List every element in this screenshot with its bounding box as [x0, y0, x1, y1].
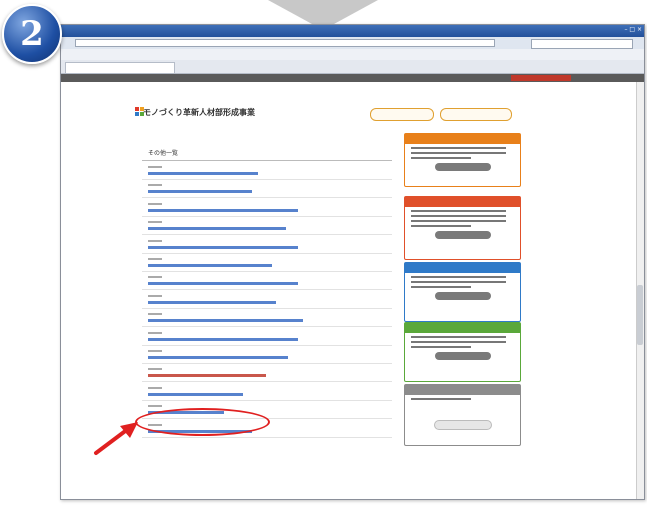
list-item-divider	[142, 234, 392, 235]
address-input[interactable]	[75, 39, 495, 47]
list-item-date	[148, 221, 162, 223]
sidebar-box-button[interactable]	[434, 292, 491, 300]
window-controls[interactable]: – □ ×	[624, 26, 642, 33]
sidebar-box	[404, 133, 521, 187]
list-item-date	[148, 166, 162, 168]
sidebar-box-text	[411, 220, 506, 222]
sidebar-box-text	[411, 215, 506, 217]
red-pointer-arrow-icon	[94, 422, 138, 455]
sidebar-box-button[interactable]	[434, 352, 491, 360]
scrollbar-thumb[interactable]	[637, 285, 643, 345]
list-item-divider	[142, 381, 392, 382]
sidebar-box-text	[411, 346, 471, 348]
sidebar-box-text	[411, 210, 506, 212]
highlight-ellipse	[135, 408, 270, 436]
list-item-divider	[142, 437, 392, 438]
list-item-link[interactable]	[148, 190, 252, 193]
search-input[interactable]	[531, 39, 633, 49]
list-item-date	[148, 295, 162, 297]
list-item-date	[148, 203, 162, 205]
list-item-link[interactable]	[148, 301, 276, 304]
sidebar-box-button[interactable]	[434, 163, 491, 171]
list-item-link[interactable]	[148, 393, 243, 396]
sidebar-box	[404, 322, 521, 382]
list-item-date	[148, 313, 162, 315]
sidebar-box-text	[411, 225, 471, 227]
browser-tab[interactable]	[65, 62, 175, 73]
list-item-date	[148, 350, 162, 352]
sidebar-box-text	[411, 341, 506, 343]
list-item-date	[148, 184, 162, 186]
list-item-link[interactable]	[148, 374, 266, 377]
list-item-divider	[142, 363, 392, 364]
list-item-divider	[142, 197, 392, 198]
list-item-date	[148, 387, 162, 389]
sidebar-box-header	[405, 263, 520, 273]
list-item-divider	[142, 271, 392, 272]
browser-titlebar	[61, 25, 644, 37]
sidebar-box	[404, 262, 521, 322]
sidebar-box-text	[411, 276, 506, 278]
list-item-divider	[142, 216, 392, 217]
list-item-link[interactable]	[148, 264, 272, 267]
list-item-link[interactable]	[148, 209, 298, 212]
list-item-divider	[142, 345, 392, 346]
header-button-2[interactable]	[440, 108, 512, 121]
sidebar-box-text	[411, 147, 506, 149]
list-item-divider	[142, 308, 392, 309]
list-heading: その他一覧	[148, 150, 179, 157]
list-item-link[interactable]	[148, 356, 288, 359]
list-item-divider	[142, 179, 392, 180]
list-item-date	[148, 368, 162, 370]
list-item-divider	[142, 326, 392, 327]
site-top-link[interactable]	[511, 75, 571, 81]
list-item-date	[148, 276, 162, 278]
sidebar-box-header	[405, 197, 520, 207]
list-item-date	[148, 405, 162, 407]
list-item-divider	[142, 400, 392, 401]
list-heading-divider	[142, 160, 392, 161]
sidebar-box-text	[411, 157, 471, 159]
list-item-date	[148, 332, 162, 334]
sidebar-box-header	[405, 385, 520, 395]
sidebar-box-header	[405, 134, 520, 144]
list-item-date	[148, 258, 162, 260]
sidebar-box-text	[411, 398, 471, 400]
list-item-link[interactable]	[148, 338, 298, 341]
list-item-divider	[142, 253, 392, 254]
sidebar-box-text	[411, 286, 471, 288]
list-item-link[interactable]	[148, 282, 298, 285]
list-item-link[interactable]	[148, 246, 298, 249]
sidebar-box-button[interactable]	[433, 420, 492, 430]
site-title[interactable]: モノづくり革新人材部形成事業	[143, 107, 255, 118]
sidebar-box	[404, 196, 521, 260]
list-item-date	[148, 240, 162, 242]
list-item-link[interactable]	[148, 319, 303, 322]
sidebar-box-header	[405, 323, 520, 333]
sidebar-box	[404, 384, 521, 446]
step-badge-icon: 2	[2, 4, 62, 64]
header-button-1[interactable]	[370, 108, 434, 121]
favorites-bar	[61, 49, 644, 60]
sidebar-box-text	[411, 281, 506, 283]
list-item-link[interactable]	[148, 172, 258, 175]
list-item-link[interactable]	[148, 227, 286, 230]
sidebar-box-text	[411, 152, 506, 154]
sidebar-box-text	[411, 336, 506, 338]
list-item-divider	[142, 289, 392, 290]
sidebar-box-button[interactable]	[434, 231, 491, 239]
